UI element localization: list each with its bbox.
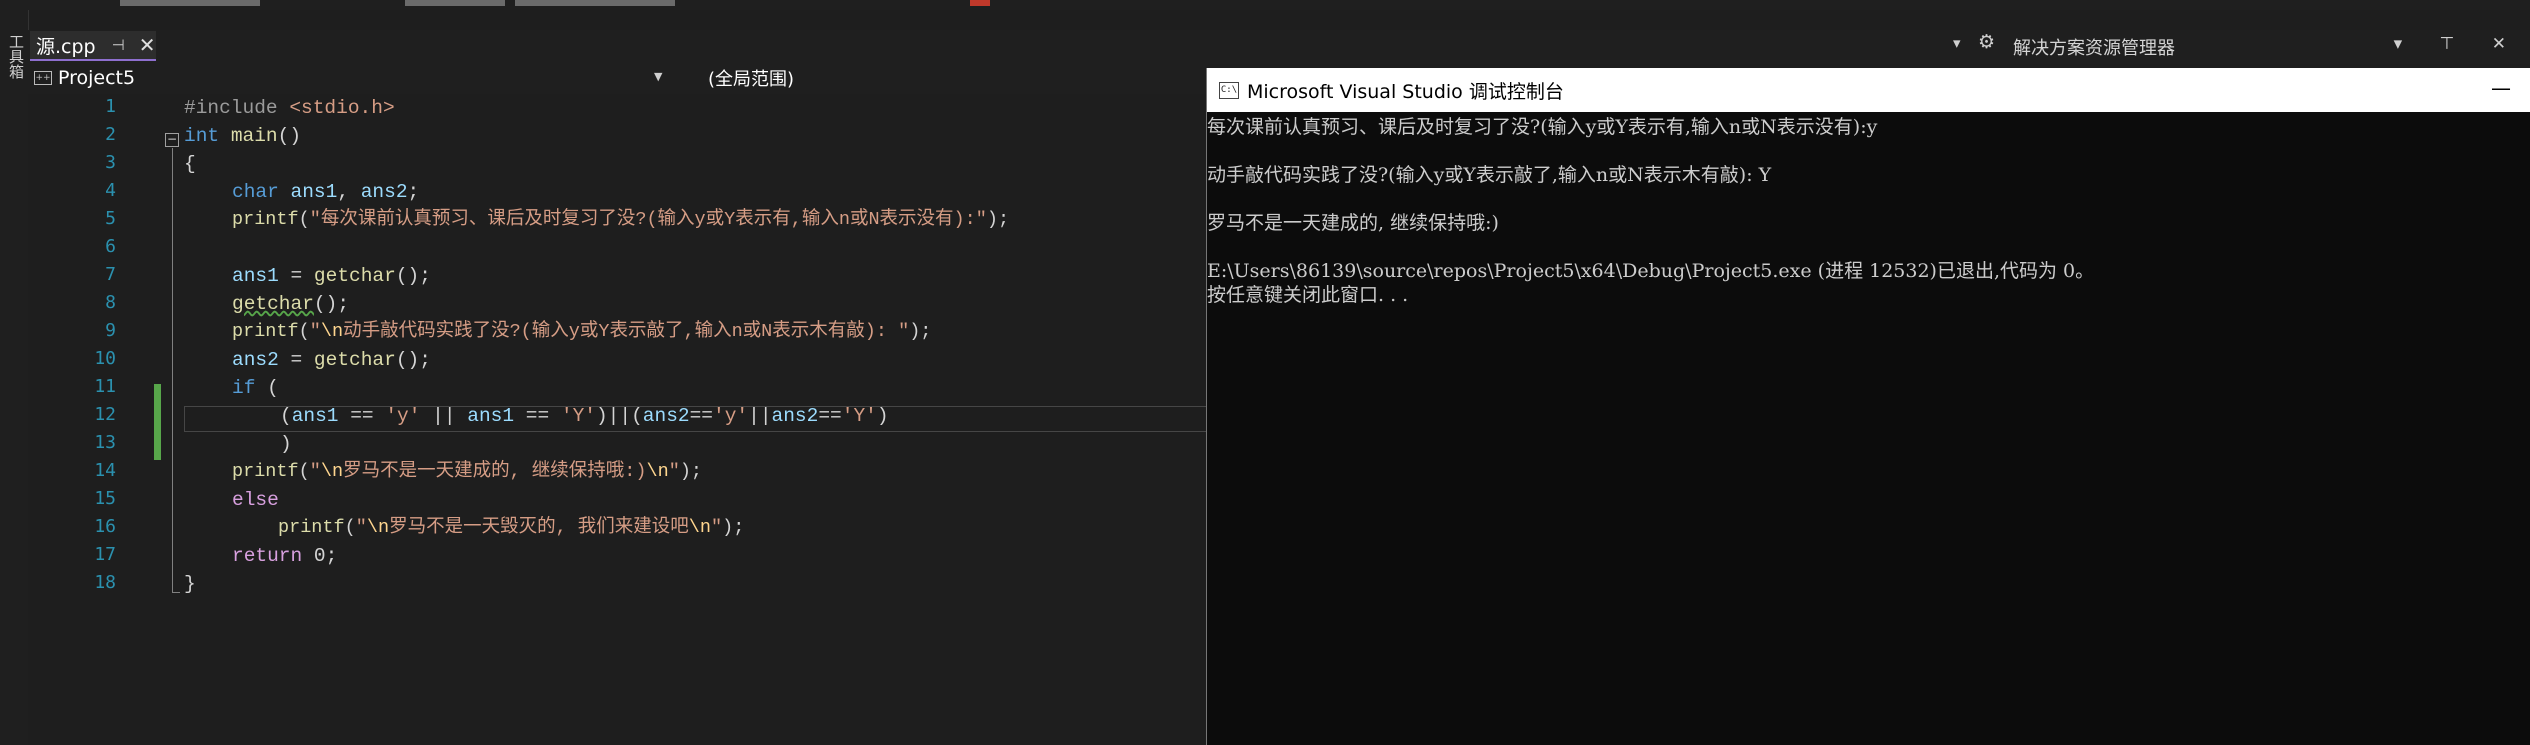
solution-explorer-window-buttons[interactable]: ▾ ⊤ ✕ — [2394, 34, 2522, 54]
console-title: Microsoft Visual Studio 调试控制台 — [1247, 80, 1564, 103]
line-number: 18 — [94, 572, 116, 593]
line-number: 4 — [105, 180, 116, 201]
console-line: 每次课前认真预习、课后及时复习了没?(输入y或Y表示有,输入n或N表示没有):y — [1207, 116, 1878, 138]
navigation-bar: ++ Project5 ▼ (全局范围) — [28, 64, 1208, 95]
line-number: 14 — [94, 460, 116, 481]
code-line: return 0; — [232, 545, 338, 567]
code-line: char ans1, ans2; — [232, 181, 420, 203]
tab-list-dropdown-icon[interactable]: ▾ — [1953, 34, 1961, 52]
line-number: 12 — [94, 404, 116, 425]
code-line: ans2 = getchar(); — [232, 349, 431, 371]
toolbar-config-dropdown[interactable] — [405, 0, 505, 6]
solution-explorer-header: 解决方案资源管理器 ▾ ⊤ ✕ — [2010, 30, 2530, 64]
console-output[interactable]: 每次课前认真预习、课后及时复习了没?(输入y或Y表示有,输入n或N表示没有):y… — [1207, 112, 2530, 745]
scope-dropdown[interactable]: (全局范围) — [708, 66, 794, 90]
collapse-icon[interactable]: − — [165, 133, 179, 147]
gear-icon[interactable]: ⚙ — [1978, 31, 1995, 53]
console-line: 罗马不是一天建成的, 继续保持哦:) — [1207, 212, 1499, 234]
chevron-down-icon[interactable]: ▼ — [654, 70, 662, 83]
line-number: 9 — [105, 320, 116, 341]
project-icon: ++ — [34, 71, 52, 85]
close-icon[interactable]: ✕ — [139, 33, 156, 57]
toolbar — [0, 0, 2530, 10]
project-dropdown[interactable]: ++ Project5 ▼ — [30, 66, 670, 90]
console-line: E:\Users\86139\source\repos\Project5\x64… — [1207, 260, 2095, 282]
code-line: if ( — [232, 377, 279, 399]
line-number: 2 — [105, 124, 116, 145]
line-number: 1 — [105, 96, 116, 117]
toolbox-strip: 工具箱 — [0, 10, 29, 745]
line-number: 16 — [94, 516, 116, 537]
code-line: #include <stdio.h> — [184, 97, 395, 119]
line-number-gutter: 1 2 3 4 5 6 7 8 9 10 11 12 13 14 15 16 1… — [28, 94, 180, 745]
code-editor[interactable]: 1 2 3 4 5 6 7 8 9 10 11 12 13 14 15 16 1… — [28, 94, 1214, 745]
console-app-icon: C:\ — [1219, 81, 1239, 99]
code-line: ) — [280, 433, 292, 455]
code-line: ans1 = getchar(); — [232, 265, 431, 287]
toolbox-label[interactable]: 工具箱 — [6, 34, 27, 79]
code-line: printf("\n罗马不是一天毁灭的, 我们来建设吧\n"); — [278, 517, 745, 538]
toolbar-platform-dropdown[interactable] — [515, 0, 675, 6]
line-number: 7 — [105, 264, 116, 285]
solution-explorer-title: 解决方案资源管理器 — [2013, 38, 2175, 59]
change-indicator — [154, 384, 161, 460]
project-name: Project5 — [58, 67, 136, 89]
line-number: 5 — [105, 208, 116, 229]
code-line: int main() — [184, 125, 302, 147]
code-line: { — [184, 153, 196, 175]
toolbar-run-icon[interactable] — [970, 0, 990, 6]
line-number: 8 — [105, 292, 116, 313]
code-line: } — [184, 573, 196, 595]
minimize-icon[interactable]: — — [2491, 76, 2511, 100]
tab-source-cpp[interactable]: 源.cpp ⊣ ✕ — [30, 31, 156, 61]
line-number: 15 — [94, 488, 116, 509]
code-line: printf("\n罗马不是一天建成的, 继续保持哦:)\n"); — [232, 461, 703, 482]
tab-title: 源.cpp — [36, 35, 96, 58]
line-number: 10 — [94, 348, 116, 369]
fold-guide-end — [172, 592, 180, 593]
line-number: 13 — [94, 432, 116, 453]
scope-label: (全局范围) — [708, 69, 795, 90]
console-line: 按任意键关闭此窗口. . . — [1207, 284, 1409, 306]
code-line: (ans1 == 'y' || ans1 == 'Y')||(ans2=='y'… — [280, 405, 889, 427]
fold-guide — [172, 148, 173, 592]
toolbar-icon-strip[interactable] — [120, 0, 260, 6]
line-number: 3 — [105, 152, 116, 173]
code-line: else — [232, 489, 279, 511]
code-line: getchar(); — [232, 293, 350, 315]
line-number: 6 — [105, 236, 116, 257]
debug-console-window[interactable]: C:\ Microsoft Visual Studio 调试控制台 — 每次课前… — [1206, 68, 2530, 745]
code-line: printf("\n动手敲代码实践了没?(输入y或Y表示敲了,输入n或N表示木有… — [232, 321, 932, 342]
line-number: 11 — [94, 376, 116, 397]
line-number: 17 — [94, 544, 116, 565]
pin-icon[interactable]: ⊣ — [112, 36, 125, 54]
console-line: 动手敲代码实践了没?(输入y或Y表示敲了,输入n或N表示木有敲): Y — [1207, 164, 1772, 186]
console-title-bar[interactable]: C:\ Microsoft Visual Studio 调试控制台 — — [1207, 68, 2530, 112]
code-line: printf("每次课前认真预习、课后及时复习了没?(输入y或Y表示有,输入n或… — [232, 209, 1010, 230]
